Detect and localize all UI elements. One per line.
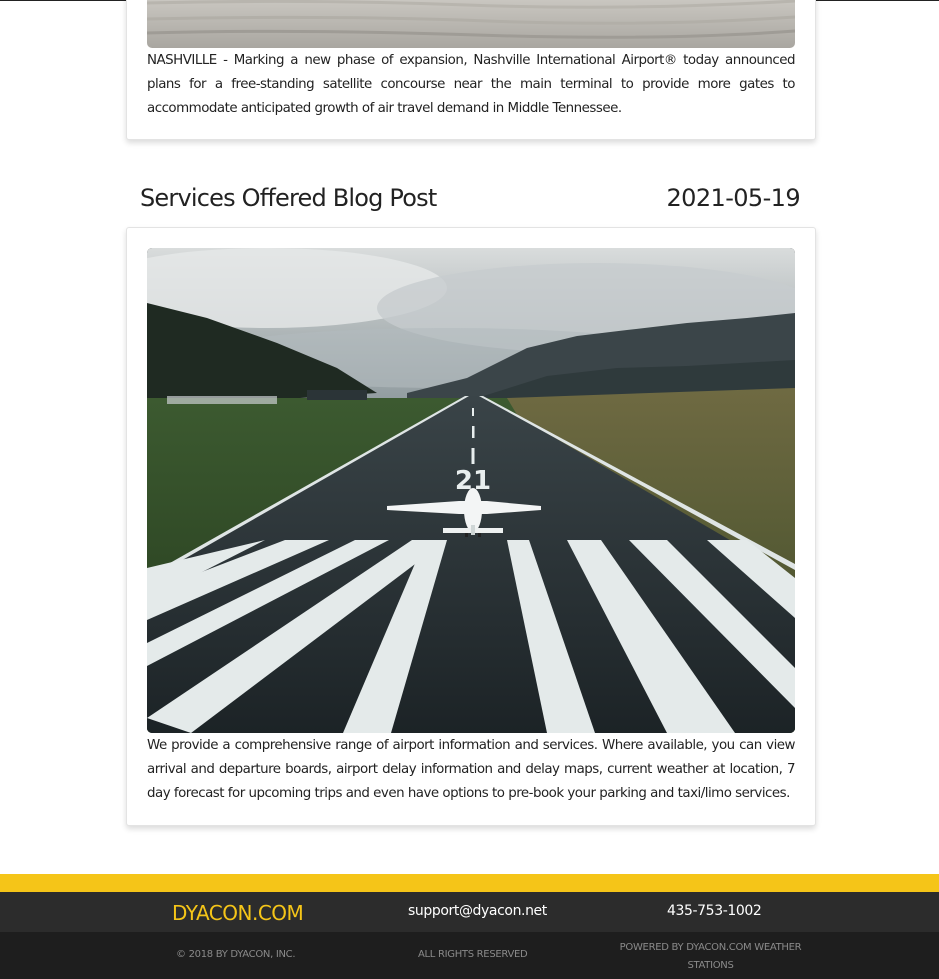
blog-post-card: 21 We provide a comprehensive range of a…	[126, 227, 816, 826]
post-body: We provide a comprehensive range of airp…	[147, 738, 796, 801]
footer-phone-link[interactable]: 435-753-1002	[667, 903, 762, 919]
post-header: Services Offered Blog Post 2021-05-19	[140, 184, 801, 224]
post-title[interactable]: Services Offered Blog Post	[140, 184, 437, 212]
footer-powered-by[interactable]: POWERED BY DYACON.COM WEATHER STATIONS	[618, 939, 803, 975]
footer-rights: ALL RIGHTS RESERVED	[418, 949, 528, 960]
post-body: NASHVILLE - Marking a new phase of expan…	[147, 53, 796, 116]
footer-copyright: © 2018 BY DYACON, INC.	[176, 949, 296, 960]
footer-brand-link[interactable]: DYACON.COM	[172, 901, 304, 925]
footer-bottom: © 2018 BY DYACON, INC. ALL RIGHTS RESERV…	[0, 932, 939, 979]
footer-email-link[interactable]: support@dyacon.net	[408, 903, 547, 919]
post-image: 21	[147, 248, 795, 733]
post-image	[147, 0, 795, 48]
blog-post-card: NASHVILLE - Marking a new phase of expan…	[126, 0, 816, 140]
footer-top: DYACON.COM support@dyacon.net 435-753-10…	[0, 892, 939, 932]
post-date: 2021-05-19	[666, 184, 801, 212]
footer-accent-bar	[0, 874, 939, 892]
